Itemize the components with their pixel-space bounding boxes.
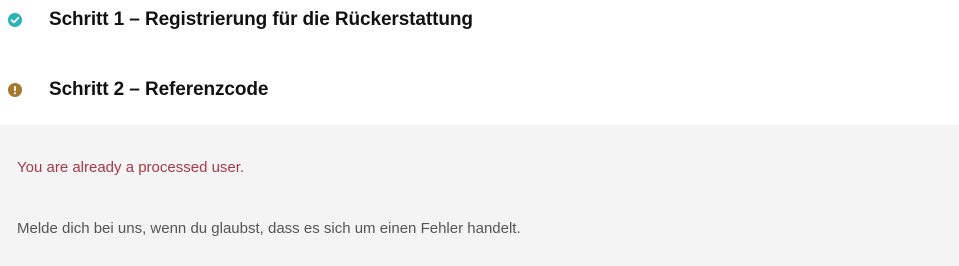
step-1-row: Schritt 1 – Registrierung für die Rücker… <box>0 6 959 34</box>
help-note: Melde dich bei uns, wenn du glaubst, das… <box>17 220 521 237</box>
step-1-title: Schritt 1 – Registrierung für die Rücker… <box>49 9 473 30</box>
exclamation-circle-icon <box>8 83 22 97</box>
step-2-row: Schritt 2 – Referenzcode <box>0 76 959 104</box>
status-panel: You are already a processed user. Melde … <box>0 125 959 266</box>
error-message: You are already a processed user. <box>17 159 245 176</box>
step-2-title: Schritt 2 – Referenzcode <box>49 79 269 100</box>
check-circle-icon <box>8 13 22 27</box>
